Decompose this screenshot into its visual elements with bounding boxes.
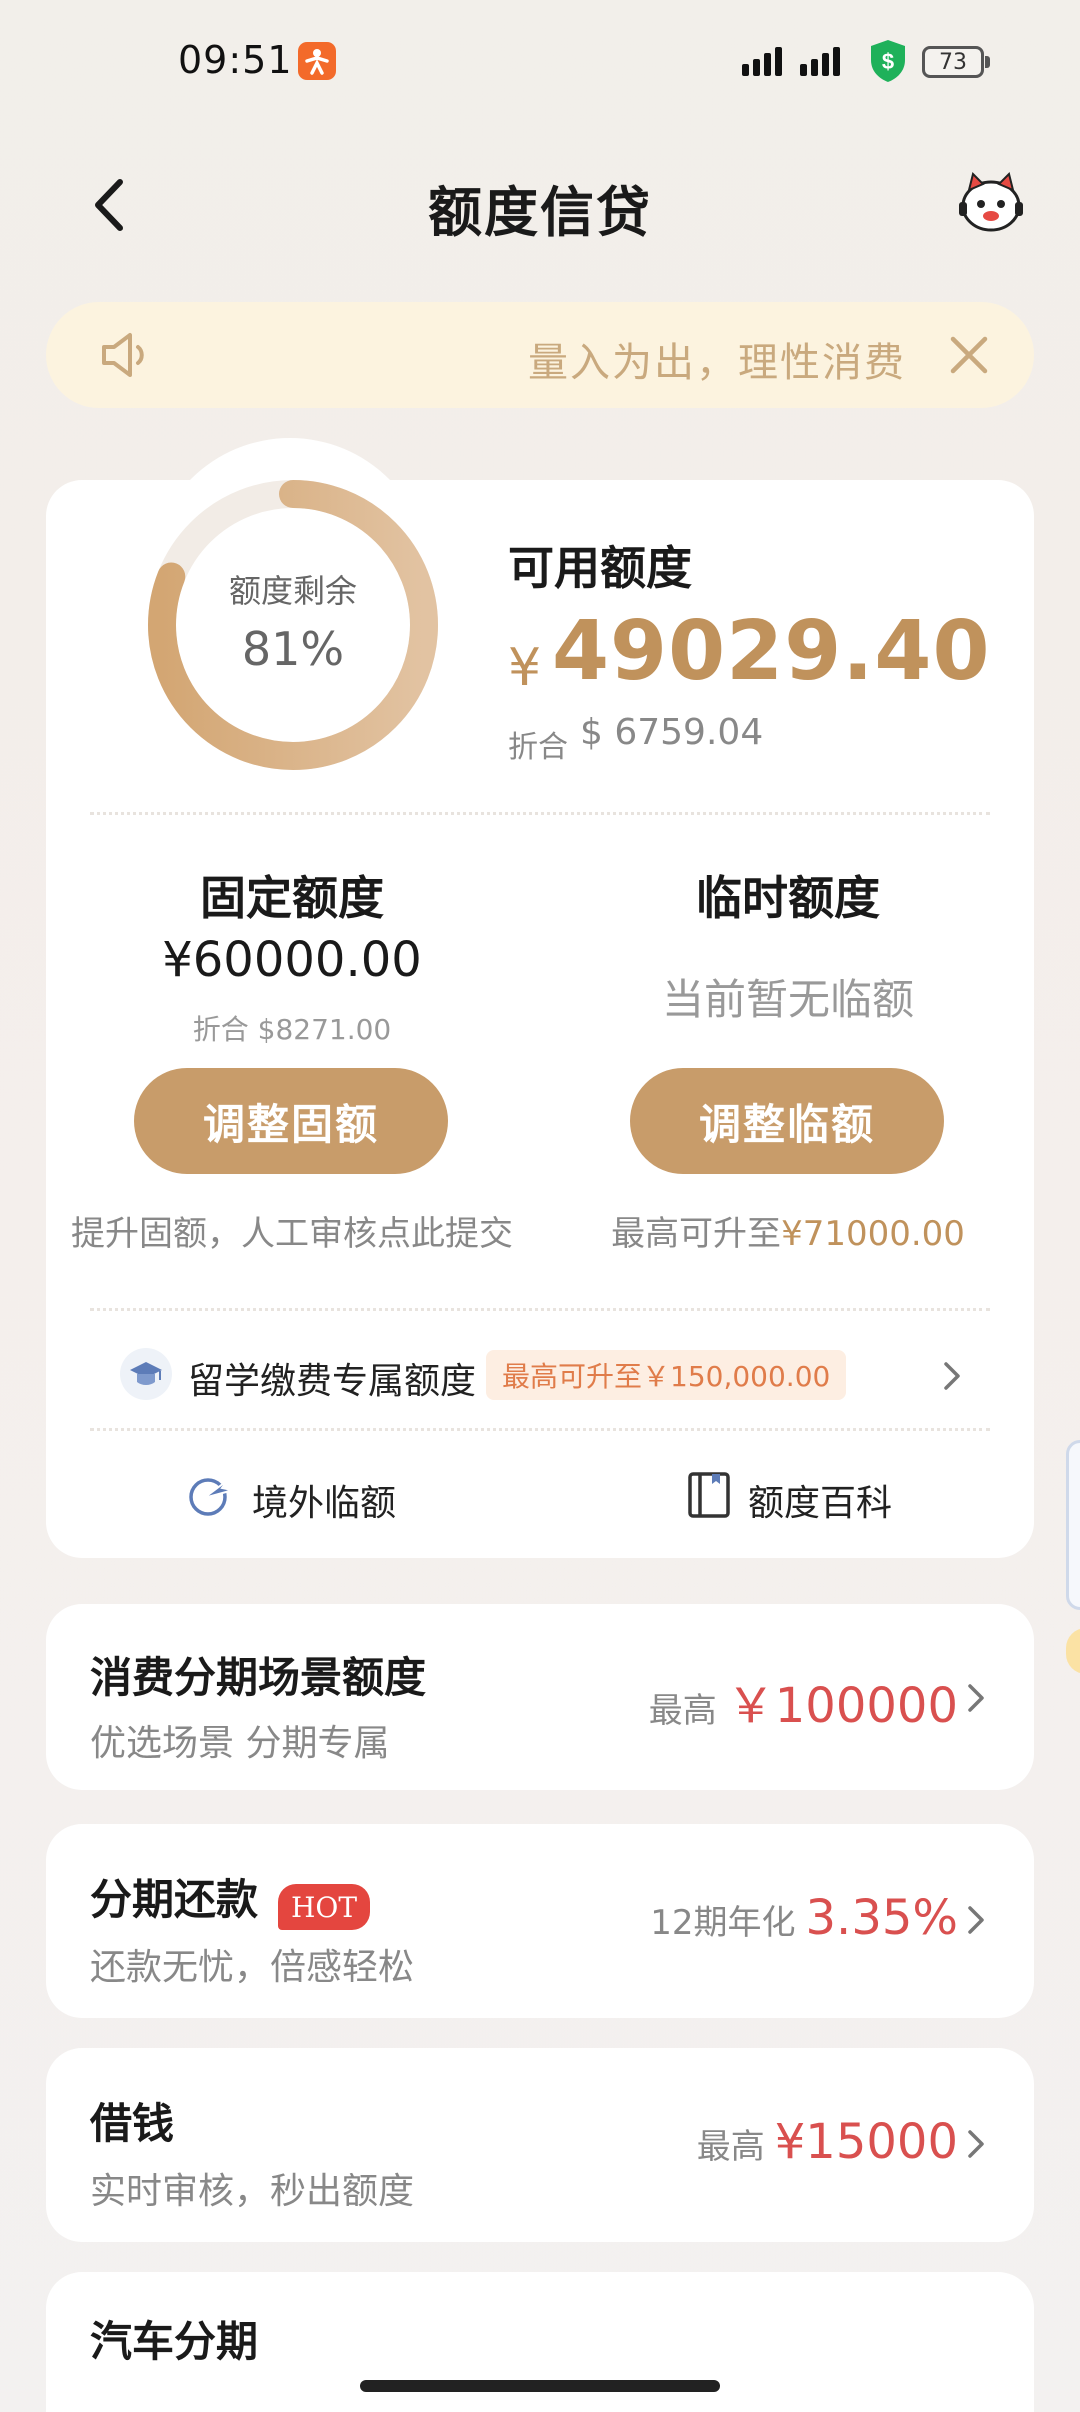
graduation-cap-icon <box>120 1348 172 1400</box>
product-title: 消费分期场景额度 <box>90 1653 427 1702</box>
book-icon[interactable] <box>686 1470 732 1520</box>
chevron-right-icon <box>968 2130 984 2158</box>
fixed-credit-usd: 折合 $8271.00 <box>192 1013 392 1046</box>
temporary-credit-status: 当前暂无临额 <box>661 975 914 1024</box>
ring-label: 额度剩余 <box>228 572 357 610</box>
notification-app-icon <box>298 42 336 80</box>
fixed-credit-title: 固定额度 <box>200 871 384 925</box>
chevron-right-icon <box>968 1906 984 1934</box>
temporary-credit-note: 最高可升至¥71000.00 <box>528 1206 1048 1255</box>
adjust-temporary-button[interactable]: 调整临额 <box>630 1068 944 1174</box>
temporary-note-amount: ¥71000.00 <box>781 1214 965 1254</box>
product-prefix: 最高 <box>648 1691 717 1731</box>
product-prefix: 12期年化 <box>650 1903 796 1943</box>
airplane-globe-icon[interactable] <box>186 1470 236 1520</box>
credit-wiki-link[interactable]: 额度百科 <box>748 1474 892 1526</box>
floating-side-tab[interactable] <box>1066 1440 1080 1610</box>
divider <box>90 1308 990 1311</box>
temporary-note-prefix: 最高可升至 <box>611 1214 782 1254</box>
borrow-money-card[interactable]: 借钱 实时审核，秒出额度 最高 ¥15000 <box>46 2048 1034 2242</box>
product-subtitle: 优选场景 分期专属 <box>90 1723 390 1764</box>
divider <box>90 812 990 815</box>
svg-text:$: $ <box>882 49 894 74</box>
ring-percent: 81% <box>241 622 345 676</box>
product-highlight: 最高 ¥15000 <box>697 2114 958 2170</box>
divider <box>90 1428 990 1431</box>
security-shield-icon: $ <box>871 40 905 82</box>
product-value: ￥100000 <box>726 1678 958 1734</box>
notice-bar[interactable]: 量入为出，理性消费 <box>46 302 1034 408</box>
temporary-credit-title: 临时额度 <box>696 871 880 925</box>
mascot-avatar-icon[interactable] <box>955 168 1027 236</box>
notice-text: 量入为出，理性消费 <box>528 340 906 386</box>
product-subtitle: 还款无忧，倍感轻松 <box>90 1947 415 1988</box>
product-prefix: 最高 <box>696 2127 765 2167</box>
hot-badge: HOT <box>278 1884 370 1930</box>
product-title: 分期还款 <box>90 1875 259 1924</box>
product-title: 汽车分期 <box>90 2317 259 2366</box>
fixed-credit-amount: ¥60000.00 <box>162 932 422 988</box>
consumer-installment-card[interactable]: 消费分期场景额度 优选场景 分期专属 最高 ￥100000 <box>46 1604 1034 1790</box>
product-value: 3.35% <box>805 1890 958 1946</box>
product-highlight: 12期年化 3.35% <box>650 1890 958 1946</box>
floating-side-button[interactable] <box>1066 1628 1080 1674</box>
signal-icon-2 <box>800 44 840 76</box>
yen-symbol: ¥ <box>508 638 542 698</box>
battery-nub <box>985 56 990 68</box>
installment-repayment-card[interactable]: 分期还款 HOT 还款无忧，倍感轻松 12期年化 3.35% <box>46 1824 1034 2018</box>
page-title: 额度信贷 <box>428 181 652 244</box>
chevron-right-icon <box>968 1684 984 1712</box>
adjust-fixed-button[interactable]: 调整固额 <box>134 1068 448 1174</box>
chevron-right-icon[interactable] <box>940 1356 964 1396</box>
study-abroad-credit-label[interactable]: 留学缴费专属额度 <box>188 1352 476 1404</box>
usd-equivalent-amount: $ 6759.04 <box>580 712 764 753</box>
study-abroad-tag: 最高可升至￥150,000.00 <box>486 1350 847 1400</box>
overseas-temporary-link[interactable]: 境外临额 <box>252 1474 396 1526</box>
available-credit-amount: 49029.40 <box>552 604 991 699</box>
home-indicator[interactable] <box>360 2380 720 2392</box>
status-time: 09:51 <box>178 38 293 82</box>
speaker-icon <box>102 333 144 377</box>
close-icon[interactable] <box>944 330 994 380</box>
product-highlight: 最高 ￥100000 <box>649 1666 958 1736</box>
product-value: ¥15000 <box>774 2114 958 2170</box>
signal-icon-1 <box>742 44 782 76</box>
product-title: 借钱 <box>90 2099 175 2148</box>
fixed-credit-note[interactable]: 提升固额，人工审核点此提交 <box>32 1206 552 1255</box>
product-subtitle: 实时审核，秒出额度 <box>90 2171 415 2212</box>
usd-equivalent-label: 折合 <box>508 730 568 765</box>
battery-icon: 73 <box>922 46 984 78</box>
available-credit-label: 可用额度 <box>508 541 692 595</box>
